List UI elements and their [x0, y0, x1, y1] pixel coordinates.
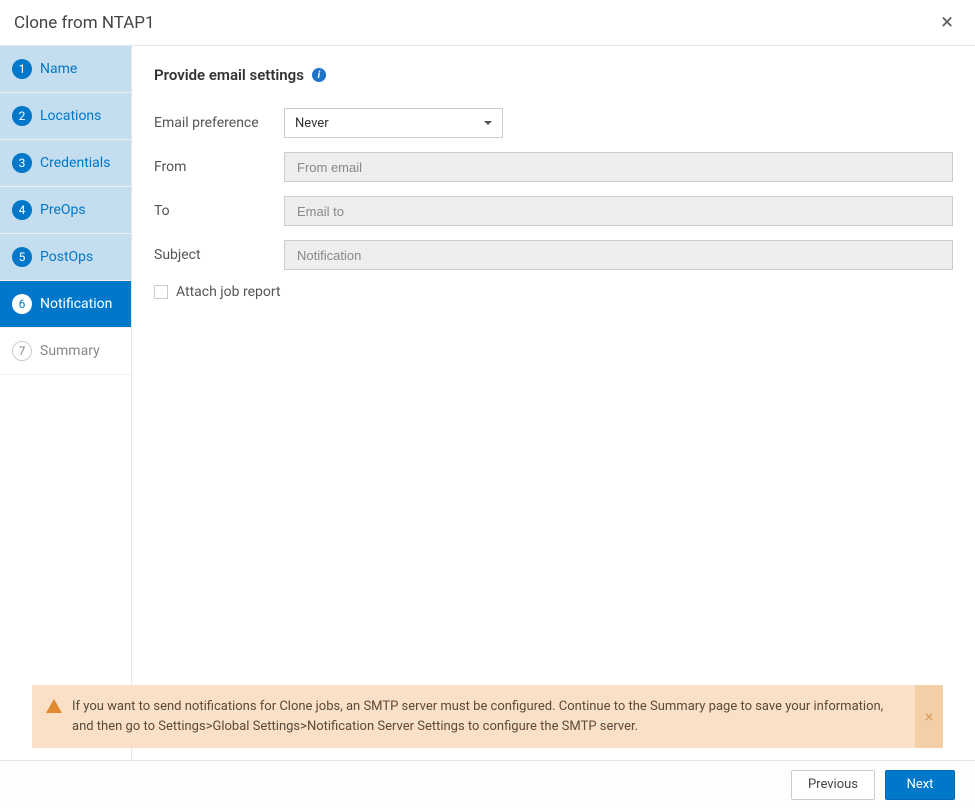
step-postops[interactable]: 5 PostOps [0, 234, 131, 281]
step-credentials[interactable]: 3 Credentials [0, 140, 131, 187]
step-number-badge: 4 [12, 200, 32, 220]
step-number-badge: 7 [12, 341, 32, 361]
previous-button[interactable]: Previous [791, 770, 875, 800]
row-attach-report: Attach job report [154, 284, 953, 300]
step-number-badge: 6 [12, 294, 32, 314]
step-label: Name [40, 61, 77, 77]
label-subject: Subject [154, 247, 284, 263]
step-notification[interactable]: 6 Notification [0, 281, 131, 328]
attach-report-checkbox[interactable] [154, 285, 168, 299]
step-label: Credentials [40, 155, 110, 171]
step-locations[interactable]: 2 Locations [0, 93, 131, 140]
dialog-footer: Previous Next [0, 760, 975, 808]
step-preops[interactable]: 4 PreOps [0, 187, 131, 234]
attach-report-label: Attach job report [176, 284, 281, 300]
dialog-title: Clone from NTAP1 [14, 13, 155, 33]
email-preference-select[interactable]: Never [284, 108, 503, 138]
step-summary[interactable]: 7 Summary [0, 328, 131, 375]
step-number-badge: 1 [12, 59, 32, 79]
step-number-badge: 2 [12, 106, 32, 126]
step-label: PreOps [40, 202, 86, 218]
warning-text: If you want to send notifications for Cl… [72, 697, 903, 736]
step-name[interactable]: 1 Name [0, 46, 131, 93]
label-email-preference: Email preference [154, 115, 284, 131]
close-icon[interactable]: × [937, 8, 957, 38]
info-icon[interactable]: i [312, 68, 326, 82]
chevron-down-icon [484, 121, 492, 125]
row-email-preference: Email preference Never [154, 108, 953, 138]
warning-banner: If you want to send notifications for Cl… [32, 685, 943, 748]
step-label: Notification [40, 296, 112, 312]
row-subject: Subject [154, 240, 953, 270]
step-label: PostOps [40, 249, 93, 265]
warning-close-icon[interactable]: × [915, 685, 943, 748]
select-value: Never [295, 116, 329, 131]
main-panel: Provide email settings i Email preferenc… [132, 46, 975, 760]
label-from: From [154, 159, 284, 175]
wizard-sidebar: 1 Name 2 Locations 3 Credentials 4 PreOp… [0, 46, 132, 760]
step-number-badge: 3 [12, 153, 32, 173]
step-label: Summary [40, 343, 100, 359]
to-input[interactable] [284, 196, 953, 226]
row-from: From [154, 152, 953, 182]
step-number-badge: 5 [12, 247, 32, 267]
warning-icon [46, 699, 62, 713]
page-title: Provide email settings [154, 66, 304, 84]
page-heading: Provide email settings i [154, 66, 953, 84]
next-button[interactable]: Next [885, 770, 955, 800]
subject-input[interactable] [284, 240, 953, 270]
step-label: Locations [40, 108, 101, 124]
row-to: To [154, 196, 953, 226]
dialog-body: 1 Name 2 Locations 3 Credentials 4 PreOp… [0, 46, 975, 760]
label-to: To [154, 203, 284, 219]
from-input[interactable] [284, 152, 953, 182]
dialog-header: Clone from NTAP1 × [0, 0, 975, 46]
